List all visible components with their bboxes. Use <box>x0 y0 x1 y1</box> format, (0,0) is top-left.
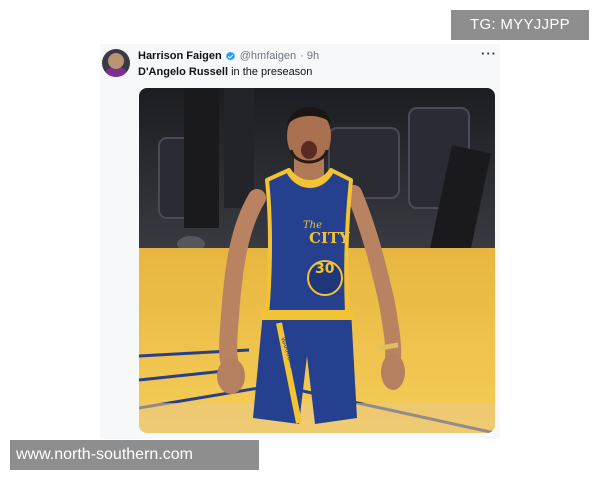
verified-badge-icon <box>225 51 235 60</box>
avatar-face <box>108 53 124 69</box>
tweet-text-bold: D'Angelo Russell <box>138 66 229 78</box>
tweet-photo[interactable]: The CITY 30 WARRIORS <box>139 88 495 433</box>
author-name[interactable]: Harrison Faigen <box>138 50 222 62</box>
time-separator: · <box>300 50 304 62</box>
photo-scene: The CITY 30 WARRIORS <box>139 88 495 433</box>
jersey-city: CITY <box>309 229 350 247</box>
tweet-time[interactable]: 9h <box>307 50 319 62</box>
more-options-icon[interactable]: ··· <box>481 46 497 61</box>
watermark-tg: TG: MYYJJPP <box>451 10 589 40</box>
author-handle[interactable]: @hmfaigen <box>240 50 296 62</box>
watermark-site: www.north-southern.com <box>10 440 259 470</box>
tweet-text: D'Angelo Russell in the preseason <box>138 66 312 78</box>
avatar[interactable] <box>102 49 130 77</box>
jersey-number: 30 <box>315 261 335 277</box>
tweet-header: Harrison Faigen @hmfaigen · 9h <box>138 50 319 62</box>
tweet-text-rest: in the preseason <box>228 66 313 78</box>
